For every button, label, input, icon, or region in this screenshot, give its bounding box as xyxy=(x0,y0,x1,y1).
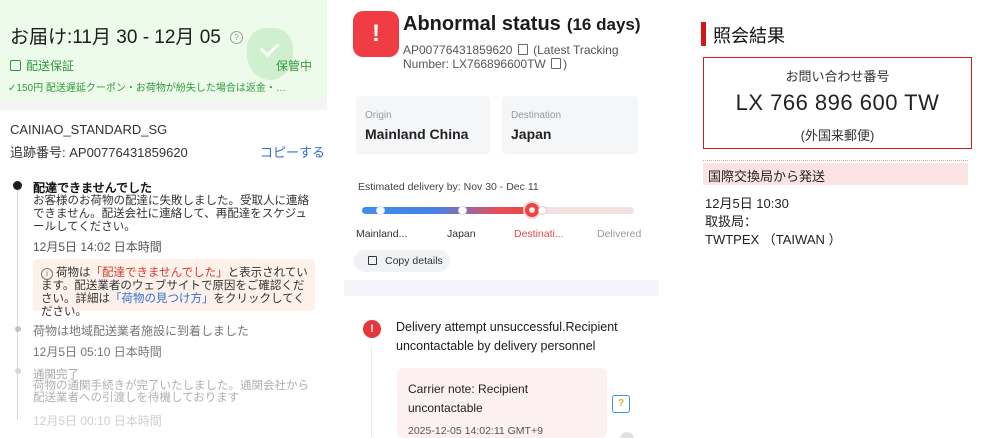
section-divider xyxy=(0,100,327,110)
stage-label: Mainland... xyxy=(356,228,408,240)
status-card: ! Abnormal status (16 days) AP00776431859… xyxy=(344,0,659,280)
event-title: 荷物は地域配送業者施設に到着しました xyxy=(33,324,250,338)
timeline-dot xyxy=(15,368,21,374)
status-text: 国際交換局から発送 xyxy=(708,169,826,184)
accent-bar xyxy=(701,22,706,46)
event-time: 12月5日 05:10 日本時間 xyxy=(33,345,162,359)
status-title: Abnormal status (16 days) xyxy=(403,13,641,35)
copy-icon[interactable] xyxy=(551,58,562,69)
inquiry-result-panel: 照会結果 お問い合わせ番号 LX 766 896 600 TW (外国来郵便) … xyxy=(674,0,999,438)
office-label: 取扱局： xyxy=(705,214,758,229)
tracking-detail-panel-jp: お届け:11月 30 - 12月 05 ? 配送保証 保管中 ✓150円 配送遅… xyxy=(0,0,327,438)
progress-stage-dot xyxy=(376,206,385,215)
notice-box: i 荷物は「配達できませんでした」と表示されています。配送業者のウェブサイトで原因… xyxy=(33,259,315,318)
guarantee-status: 保管中 xyxy=(276,59,313,73)
notice-text: i 荷物は「配達できませんでした」と表示されています。配送業者のウェブサイトで原因… xyxy=(41,267,308,318)
carrier-note: Carrier note: Recipient uncontactable xyxy=(408,382,529,415)
status-bar: 国際交換局から発送 xyxy=(703,163,968,185)
timeline-dot xyxy=(15,326,21,332)
alert-icon: ! xyxy=(353,11,399,57)
destination-box: Destination Japan xyxy=(502,96,638,154)
status-datetime: 12月5日 10:30 xyxy=(705,196,789,211)
delivery-banner: お届け:11月 30 - 12月 05 ? 配送保証 保管中 ✓150円 配送遅… xyxy=(0,0,327,100)
dotted-divider xyxy=(703,160,968,161)
stage-label: Delivered xyxy=(597,228,642,240)
info-icon: i xyxy=(41,268,53,280)
event-time: 12月5日 14:02 日本時間 xyxy=(33,240,162,254)
notice-status-highlight: 「配達できませんでした」 xyxy=(90,267,228,279)
note-time: 2025-12-05 14:02:11 GMT+9 xyxy=(408,425,543,437)
event-description: 荷物の通関手続きが完了いたしました。通関会社から配送業者への引渡しを待機しており… xyxy=(33,380,309,404)
inquiry-number-box: お問い合わせ番号 LX 766 896 600 TW (外国来郵便) xyxy=(703,57,972,149)
origin-box: Origin Mainland China xyxy=(356,96,490,154)
help-chat-icon[interactable]: ? xyxy=(612,395,630,413)
status-days: (16 days) xyxy=(566,15,641,34)
tracking-number: 追跡番号: AP00776431859620 xyxy=(10,145,188,160)
mail-kind: (外国来郵便) xyxy=(800,128,875,143)
timeline-line xyxy=(371,346,372,438)
inquiry-number-value: LX 766 896 600 TW xyxy=(735,90,940,115)
stage-label-current: Destinati... xyxy=(514,228,564,240)
origin-value: Mainland China xyxy=(365,126,469,142)
stage-label: Japan xyxy=(447,228,476,240)
progress-stage-dot xyxy=(538,206,547,215)
how-to-find-link[interactable]: 「荷物の見つけ方」 xyxy=(110,293,214,305)
progress-stage-dot xyxy=(458,206,467,215)
delivery-window: お届け:11月 30 - 12月 05 ? xyxy=(10,22,244,49)
destination-label: Destination xyxy=(511,110,562,121)
timeline-line xyxy=(17,190,18,420)
progress-track xyxy=(362,201,634,219)
tracking-numbers: AP00776431859620 (Latest Tracking Number… xyxy=(403,43,619,71)
guarantee-description: ✓150円 配送遅延クーポン・お荷物が紛失した場合は返金・… xyxy=(8,83,286,94)
inquiry-number-label: お問い合わせ番号 xyxy=(785,69,890,84)
office-value: TWTPEX （TAIWAN ） xyxy=(705,232,842,247)
carrier-name: CAINIAO_STANDARD_SG xyxy=(10,122,168,137)
copy-icon xyxy=(368,256,377,265)
timeline-dot-current xyxy=(13,181,22,190)
warning-icon: ! xyxy=(363,320,381,338)
event-time: 12月5日 00:10 日本時間 xyxy=(33,414,162,428)
copy-details-button[interactable]: Copy details xyxy=(354,250,450,272)
progress-fill xyxy=(362,207,531,214)
copy-icon[interactable] xyxy=(517,44,528,55)
page-title: 照会結果 xyxy=(713,26,785,46)
tracking-detail-panel-en: ! Abnormal status (16 days) AP00776431859… xyxy=(344,0,659,438)
destination-value: Japan xyxy=(511,126,552,142)
help-icon[interactable]: ? xyxy=(230,31,244,45)
guarantee-icon xyxy=(10,60,21,71)
origin-label: Origin xyxy=(365,110,392,121)
event-description: お客様のお荷物の配達に失敗しました。受取人に連絡できません。配送会社に連絡して、… xyxy=(33,195,309,233)
event-title: 配達できませんでした xyxy=(33,181,153,195)
estimated-delivery: Estimated delivery by: Nov 30 - Dec 11 xyxy=(358,181,539,193)
attempt-message: Delivery attempt unsuccessful.Recipient … xyxy=(396,320,618,353)
copy-tracking-link[interactable]: コピーする xyxy=(260,142,325,161)
guarantee-label[interactable]: 配送保証 xyxy=(10,57,74,74)
